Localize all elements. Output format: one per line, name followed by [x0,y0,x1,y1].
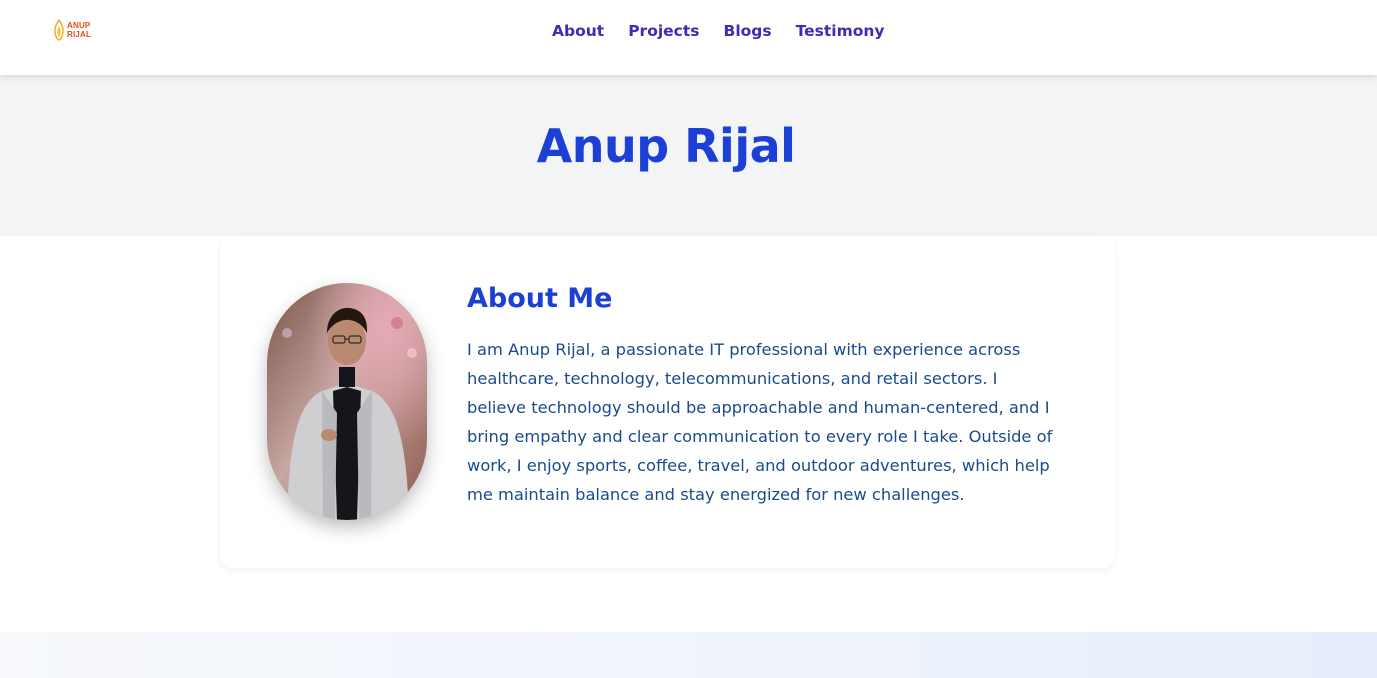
nav-link-projects[interactable]: Projects [628,20,699,42]
about-card: About Me I am Anup Rijal, a passionate I… [220,236,1115,568]
nav-link-testimony[interactable]: Testimony [796,20,885,42]
profile-photo-image [267,283,427,520]
profile-photo [267,283,427,520]
about-heading: About Me [467,283,613,314]
logo-line-1: ANUP [67,21,91,30]
about-body-text: I am Anup Rijal, a passionate IT profess… [467,340,1053,504]
main-nav: About Projects Blogs Testimony [552,20,885,42]
logo-wordmark: ANUP RIJAL [67,21,91,39]
nav-link-about[interactable]: About [552,20,604,42]
logo-line-2: RIJAL [67,30,92,39]
nav-link-blogs[interactable]: Blogs [724,20,772,42]
site-header: ANUP RIJAL About Projects Blogs Testimon… [0,0,1377,75]
next-section-band [0,632,1377,678]
brand-logo[interactable]: ANUP RIJAL [54,19,91,41]
hero-title: Anup Rijal [536,119,796,173]
hero-section: Anup Rijal [0,75,1377,236]
flame-logo-icon [54,19,64,41]
